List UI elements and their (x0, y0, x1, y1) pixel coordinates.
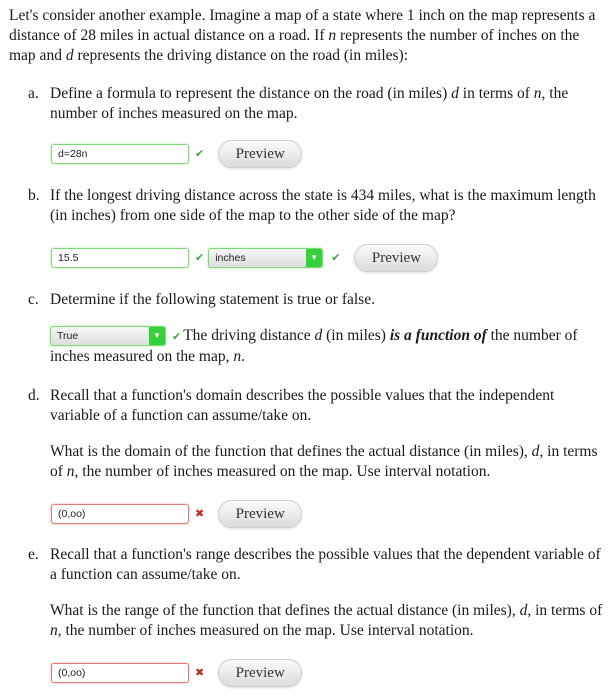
check-icon: ✔ (195, 147, 205, 160)
part-label: a. (28, 85, 39, 102)
part-d-question: What is the domain of the function that … (50, 443, 598, 480)
part-b: b. If the longest driving distance acros… (28, 186, 603, 226)
part-label: c. (28, 291, 39, 308)
problem-intro: Let's consider another example. Imagine … (9, 7, 596, 64)
unit-select-value: inches (215, 252, 246, 264)
variable-d: d (65, 47, 74, 64)
part-d: d. Recall that a function's domain descr… (28, 386, 603, 482)
part-a-answer-row: d=28n ✔ Preview (51, 140, 303, 168)
part-d-intro: Recall that a function's domain describe… (50, 387, 555, 424)
cross-icon: ✖ (195, 507, 205, 520)
chevron-down-icon[interactable]: ▼ (149, 327, 165, 346)
part-label: e. (28, 546, 39, 563)
true-false-select-value: True (57, 330, 79, 343)
part-b-question: If the longest driving distance across t… (50, 187, 596, 224)
part-label: b. (28, 187, 40, 204)
preview-button[interactable]: Preview (218, 659, 303, 687)
range-answer-input[interactable]: (0,oo) (51, 663, 189, 683)
variable-n: n (328, 27, 337, 44)
preview-button[interactable]: Preview (218, 500, 303, 528)
part-c-statement: True ▼ ✔ The driving distance d (in miles… (50, 326, 578, 365)
part-e-answer-row: (0,oo) ✖ Preview (51, 659, 303, 687)
part-d-answer-row: (0,oo) ✖ Preview (51, 500, 303, 528)
emphasis-text: is a function of (389, 327, 487, 344)
check-icon: ✔ (331, 251, 341, 264)
true-false-select[interactable]: True ▼ (50, 326, 166, 347)
length-answer-input[interactable]: 15.5 (51, 248, 189, 268)
preview-button[interactable]: Preview (218, 140, 303, 168)
part-c-question: Determine if the following statement is … (50, 291, 375, 308)
part-e-intro: Recall that a function's range describes… (50, 546, 601, 583)
cross-icon: ✖ (195, 666, 205, 679)
part-b-answer-row: 15.5 ✔ inches ▼ ✔ Preview (51, 244, 439, 272)
check-icon: ✔ (195, 251, 205, 264)
part-label: d. (28, 387, 40, 404)
part-e: e. Recall that a function's range descri… (28, 545, 603, 641)
preview-button[interactable]: Preview (354, 244, 439, 272)
formula-answer-input[interactable]: d=28n (51, 144, 189, 164)
check-icon: ✔ (172, 330, 182, 343)
part-a-question: Define a formula to represent the distan… (50, 85, 569, 122)
domain-answer-input[interactable]: (0,oo) (51, 504, 189, 524)
part-e-question: What is the range of the function that d… (50, 602, 603, 639)
part-a: a. Define a formula to represent the dis… (28, 84, 603, 124)
chevron-down-icon[interactable]: ▼ (306, 249, 323, 267)
unit-select[interactable]: inches ▼ (208, 248, 324, 268)
part-c: c. Determine if the following statement … (28, 290, 603, 310)
